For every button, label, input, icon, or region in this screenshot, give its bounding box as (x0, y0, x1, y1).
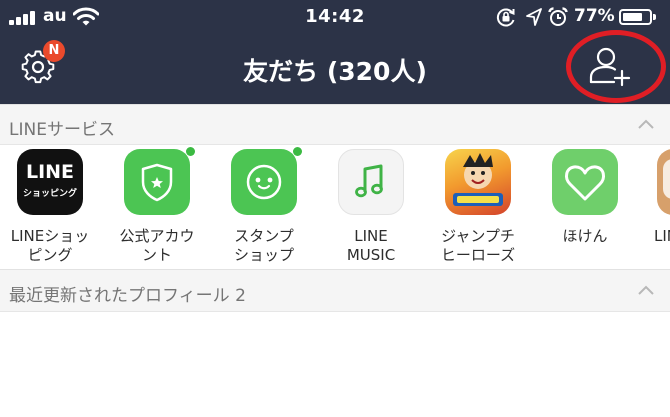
service-partial[interactable]: LIN (642, 149, 670, 267)
content-area (0, 312, 670, 417)
service-label-line1: LIN (654, 227, 670, 245)
line-shopping-icon: LINE ショッピング (17, 149, 83, 215)
service-label-line2: ショップ (233, 246, 294, 264)
service-sticker-shop[interactable]: スタンプ ショップ (214, 147, 314, 267)
location-arrow-icon (526, 8, 542, 26)
heart-icon (552, 149, 618, 215)
icon-text-line: LINE (25, 161, 75, 183)
service-jump-heroes[interactable]: ジャンプチ ヒーローズ (428, 149, 528, 267)
service-label-line2: ヒーローズ (440, 246, 516, 264)
service-label-line2: MUSIC (346, 246, 396, 264)
shield-star-icon (124, 149, 190, 215)
status-bar: au 14:42 77% (0, 0, 670, 36)
service-label-line2: ピング (27, 246, 73, 264)
service-label: 公式アカウ ント (107, 227, 207, 265)
section-header-line-services[interactable]: LINEサービス (0, 104, 670, 145)
alarm-clock-icon (548, 7, 568, 26)
sticker-face-icon (231, 149, 297, 215)
music-note-icon (338, 149, 404, 215)
services-row: LINE ショッピング LINEショッ ピング 公式アカウ ント スタンプ ショ… (0, 145, 670, 269)
highlight-annotation-circle (566, 30, 666, 103)
partial-service-icon (657, 149, 670, 215)
battery-fill (623, 13, 642, 21)
service-insurance[interactable]: ほけん (535, 149, 635, 267)
service-label-line1: 公式アカウ (119, 227, 195, 245)
service-official-account[interactable]: 公式アカウ ント (107, 147, 207, 267)
service-label-line1: LINE (354, 227, 388, 245)
service-label: スタンプ ショップ (214, 227, 314, 265)
service-label-line1: スタンプ (234, 227, 294, 245)
chevron-up-icon[interactable] (638, 285, 654, 295)
service-label-line1: ジャンプチ (441, 227, 515, 245)
service-label: LINEショッ ピング (0, 227, 100, 265)
service-label: ジャンプチ ヒーローズ (428, 227, 528, 265)
service-label: LINE MUSIC (321, 227, 421, 265)
battery-percent: 77% (574, 6, 615, 26)
new-indicator-dot (186, 147, 195, 156)
service-label-line1: LINEショッ (10, 227, 90, 245)
section-title: 最近更新されたプロフィール 2 (9, 286, 246, 306)
rotation-lock-icon (496, 8, 515, 27)
service-line-shopping[interactable]: LINE ショッピング LINEショッ ピング (0, 149, 100, 267)
service-label-line1: ほけん (562, 227, 608, 245)
icon-text-shopping: ショッピング (22, 189, 77, 199)
top-bar: au 14:42 77% N 友だち (320人) (0, 0, 670, 104)
battery-icon (619, 9, 652, 25)
service-label-line2: ント (141, 246, 172, 264)
jump-heroes-icon (445, 149, 511, 215)
battery-tip (653, 14, 656, 20)
new-indicator-dot (293, 147, 302, 156)
chevron-up-icon[interactable] (638, 119, 654, 129)
section-title: LINEサービス (9, 120, 115, 140)
service-label: ほけん (535, 227, 635, 246)
section-header-recent-profiles[interactable]: 最近更新されたプロフィール 2 (0, 269, 670, 312)
service-line-music[interactable]: LINE MUSIC (321, 149, 421, 267)
clock: 14:42 (305, 6, 365, 27)
